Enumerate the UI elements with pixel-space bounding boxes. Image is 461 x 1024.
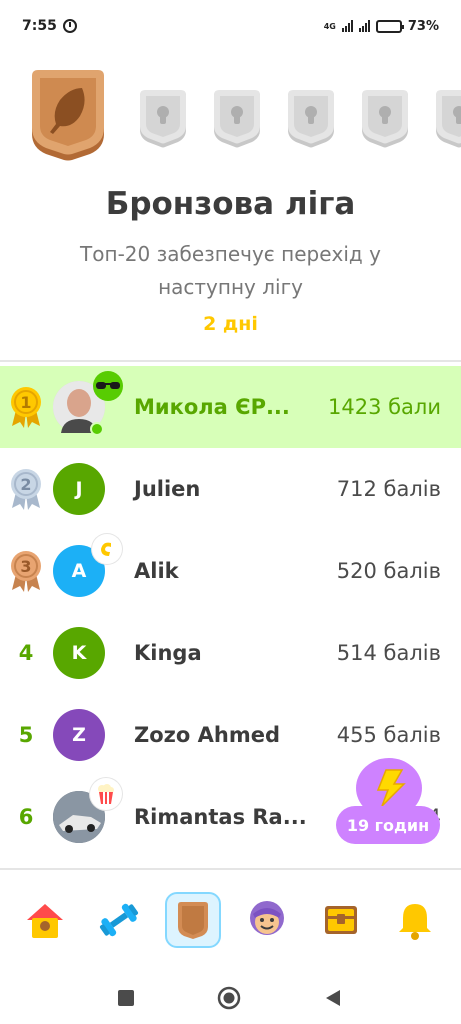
sunglasses-icon bbox=[92, 370, 124, 402]
avatar[interactable]: Z bbox=[53, 709, 105, 761]
silver-medal-icon: 2 bbox=[8, 468, 44, 510]
alarm-icon bbox=[62, 19, 77, 33]
circle-icon bbox=[217, 986, 241, 1010]
house-icon bbox=[27, 904, 63, 938]
boost-label: 19 годин bbox=[336, 806, 440, 844]
user-points: 712 балів bbox=[336, 477, 441, 501]
bell-icon bbox=[399, 904, 431, 940]
league-title: Бронзова ліга bbox=[105, 186, 356, 222]
dumbbell-icon bbox=[99, 903, 139, 937]
user-name: Alik bbox=[134, 559, 179, 583]
battery-percent-value: 73 bbox=[407, 18, 426, 34]
avatar[interactable]: K bbox=[53, 627, 105, 679]
rank-number: 4 bbox=[18, 641, 34, 665]
leaderboard-row[interactable]: 4 K Kinga 514 балів bbox=[0, 612, 461, 694]
online-status-dot bbox=[90, 422, 104, 436]
user-name: Julien bbox=[134, 477, 201, 501]
tab-leagues[interactable] bbox=[165, 892, 221, 948]
system-navigation-bar bbox=[0, 972, 461, 1024]
user-name: Kinga bbox=[134, 641, 202, 665]
tab-shop[interactable] bbox=[313, 892, 369, 948]
locked-league-badge[interactable] bbox=[360, 90, 410, 148]
user-name: Rimantas Ra... bbox=[134, 805, 307, 829]
leaderboard-row[interactable]: 1 Микола ЄР... 1423 бали bbox=[0, 366, 461, 448]
signal-icon-2 bbox=[358, 20, 370, 32]
locked-league-badge[interactable] bbox=[434, 90, 461, 148]
tab-notifications[interactable] bbox=[387, 892, 443, 948]
avatar[interactable]: J bbox=[53, 463, 105, 515]
signal-icon bbox=[341, 20, 353, 32]
user-points: 514 балів bbox=[336, 641, 441, 665]
rank-number: 5 bbox=[18, 723, 34, 747]
locked-league-badge[interactable] bbox=[286, 90, 336, 148]
back-button[interactable] bbox=[321, 986, 345, 1010]
rank-number: 6 bbox=[18, 805, 34, 829]
user-name: Zozo Ahmed bbox=[134, 723, 280, 747]
league-badges bbox=[26, 70, 461, 165]
user-points: 1423 бали bbox=[327, 395, 441, 419]
gold-medal-icon: 1 bbox=[8, 386, 44, 428]
locked-league-badge[interactable] bbox=[138, 90, 188, 148]
user-name: Микола ЄР... bbox=[134, 395, 290, 419]
chest-icon bbox=[325, 906, 357, 934]
divider bbox=[0, 360, 461, 362]
rank-number: 2 bbox=[20, 475, 31, 494]
shield-icon bbox=[178, 902, 208, 939]
league-subtitle: Топ-20 забезпечує перехід у наступну ліг… bbox=[80, 242, 381, 299]
battery-percent: 73% bbox=[407, 18, 439, 34]
league-days-left: 2 дні bbox=[203, 313, 258, 335]
xp-boost-timer[interactable]: 19 годин bbox=[336, 758, 440, 848]
leaderboard-row[interactable]: 2 J Julien 712 балів bbox=[0, 448, 461, 530]
tab-profile[interactable] bbox=[239, 892, 295, 948]
leaderboard-row[interactable]: 3 A Alik 520 балів bbox=[0, 530, 461, 612]
network-label: 4G bbox=[323, 21, 336, 31]
tab-practice[interactable] bbox=[91, 892, 147, 948]
character-icon bbox=[250, 901, 284, 935]
rank-number: 1 bbox=[20, 393, 31, 412]
bronze-medal-icon: 3 bbox=[8, 550, 44, 592]
user-points: 455 балів bbox=[336, 723, 441, 747]
tab-home[interactable] bbox=[17, 892, 73, 948]
status-bar: 7:55 4G 73% bbox=[0, 0, 461, 52]
home-button[interactable] bbox=[217, 986, 241, 1010]
battery-icon bbox=[375, 19, 404, 33]
popcorn-icon bbox=[90, 778, 122, 810]
recent-apps-button[interactable] bbox=[114, 986, 138, 1010]
bronze-league-badge[interactable] bbox=[26, 70, 110, 162]
back-triangle-icon bbox=[326, 990, 340, 1006]
rank-number: 3 bbox=[20, 557, 31, 576]
square-icon bbox=[118, 990, 134, 1006]
status-indicators: 4G 73% bbox=[324, 19, 439, 34]
status-time: 7:55 bbox=[22, 18, 57, 34]
user-points: 520 балів bbox=[336, 559, 441, 583]
locked-league-badge[interactable] bbox=[212, 90, 262, 148]
streak-icon bbox=[92, 534, 122, 564]
bottom-tab-bar bbox=[0, 868, 461, 972]
